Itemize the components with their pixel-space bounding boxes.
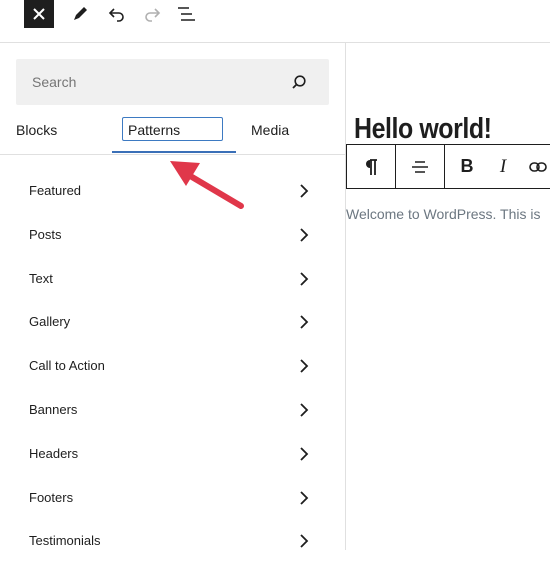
annotation-arrow-icon [170, 161, 244, 209]
